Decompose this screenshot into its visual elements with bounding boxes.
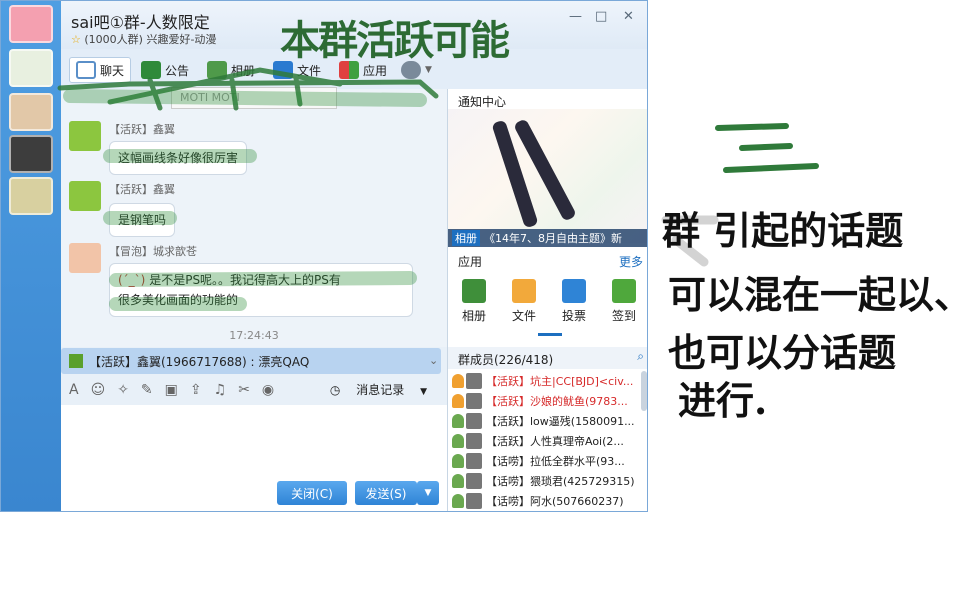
handwritten-heading: 本群活跃可能 [280,17,510,64]
handwritten-line-1: 群 引起的话题 [662,208,904,253]
handwritten-line-4: 进行. [678,378,768,423]
handwritten-line-3: 也可以分话题 [668,330,897,375]
handwritten-line-2: 可以混在一起以、 [668,272,973,317]
